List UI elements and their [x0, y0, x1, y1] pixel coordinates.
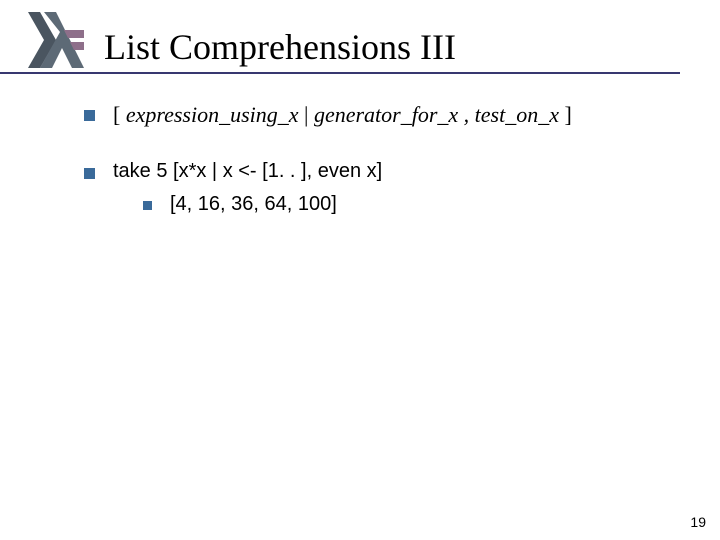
sub-bullet-item: [4, 16, 36, 64, 100] [143, 191, 690, 218]
b1-test: test_on_x [475, 102, 559, 127]
title-underline [0, 72, 680, 74]
b1-sep1: | [299, 102, 314, 127]
slide-content: [ expression_using_x | generator_for_x ,… [84, 100, 690, 246]
square-bullet-icon [143, 201, 152, 210]
b1-comma: , [458, 102, 475, 127]
haskell-logo-icon [24, 8, 88, 72]
page-number: 19 [690, 514, 706, 530]
bullet-2-text: take 5 [x*x | x <- [1. . ], even x] [113, 158, 690, 185]
bullet-item-1: [ expression_using_x | generator_for_x ,… [84, 100, 690, 130]
b1-gen: generator_for_x [314, 102, 458, 127]
square-bullet-icon [84, 110, 95, 121]
bullet-1-text: [ expression_using_x | generator_for_x ,… [113, 100, 690, 130]
b1-close: ] [559, 102, 572, 127]
slide-title: List Comprehensions III [104, 26, 456, 68]
b1-open: [ [113, 102, 126, 127]
b1-expr: expression_using_x [126, 102, 299, 127]
bullet-item-2: take 5 [x*x | x <- [1. . ], even x] [4, … [84, 158, 690, 218]
sub-bullet-text: [4, 16, 36, 64, 100] [170, 191, 337, 218]
square-bullet-icon [84, 168, 95, 179]
